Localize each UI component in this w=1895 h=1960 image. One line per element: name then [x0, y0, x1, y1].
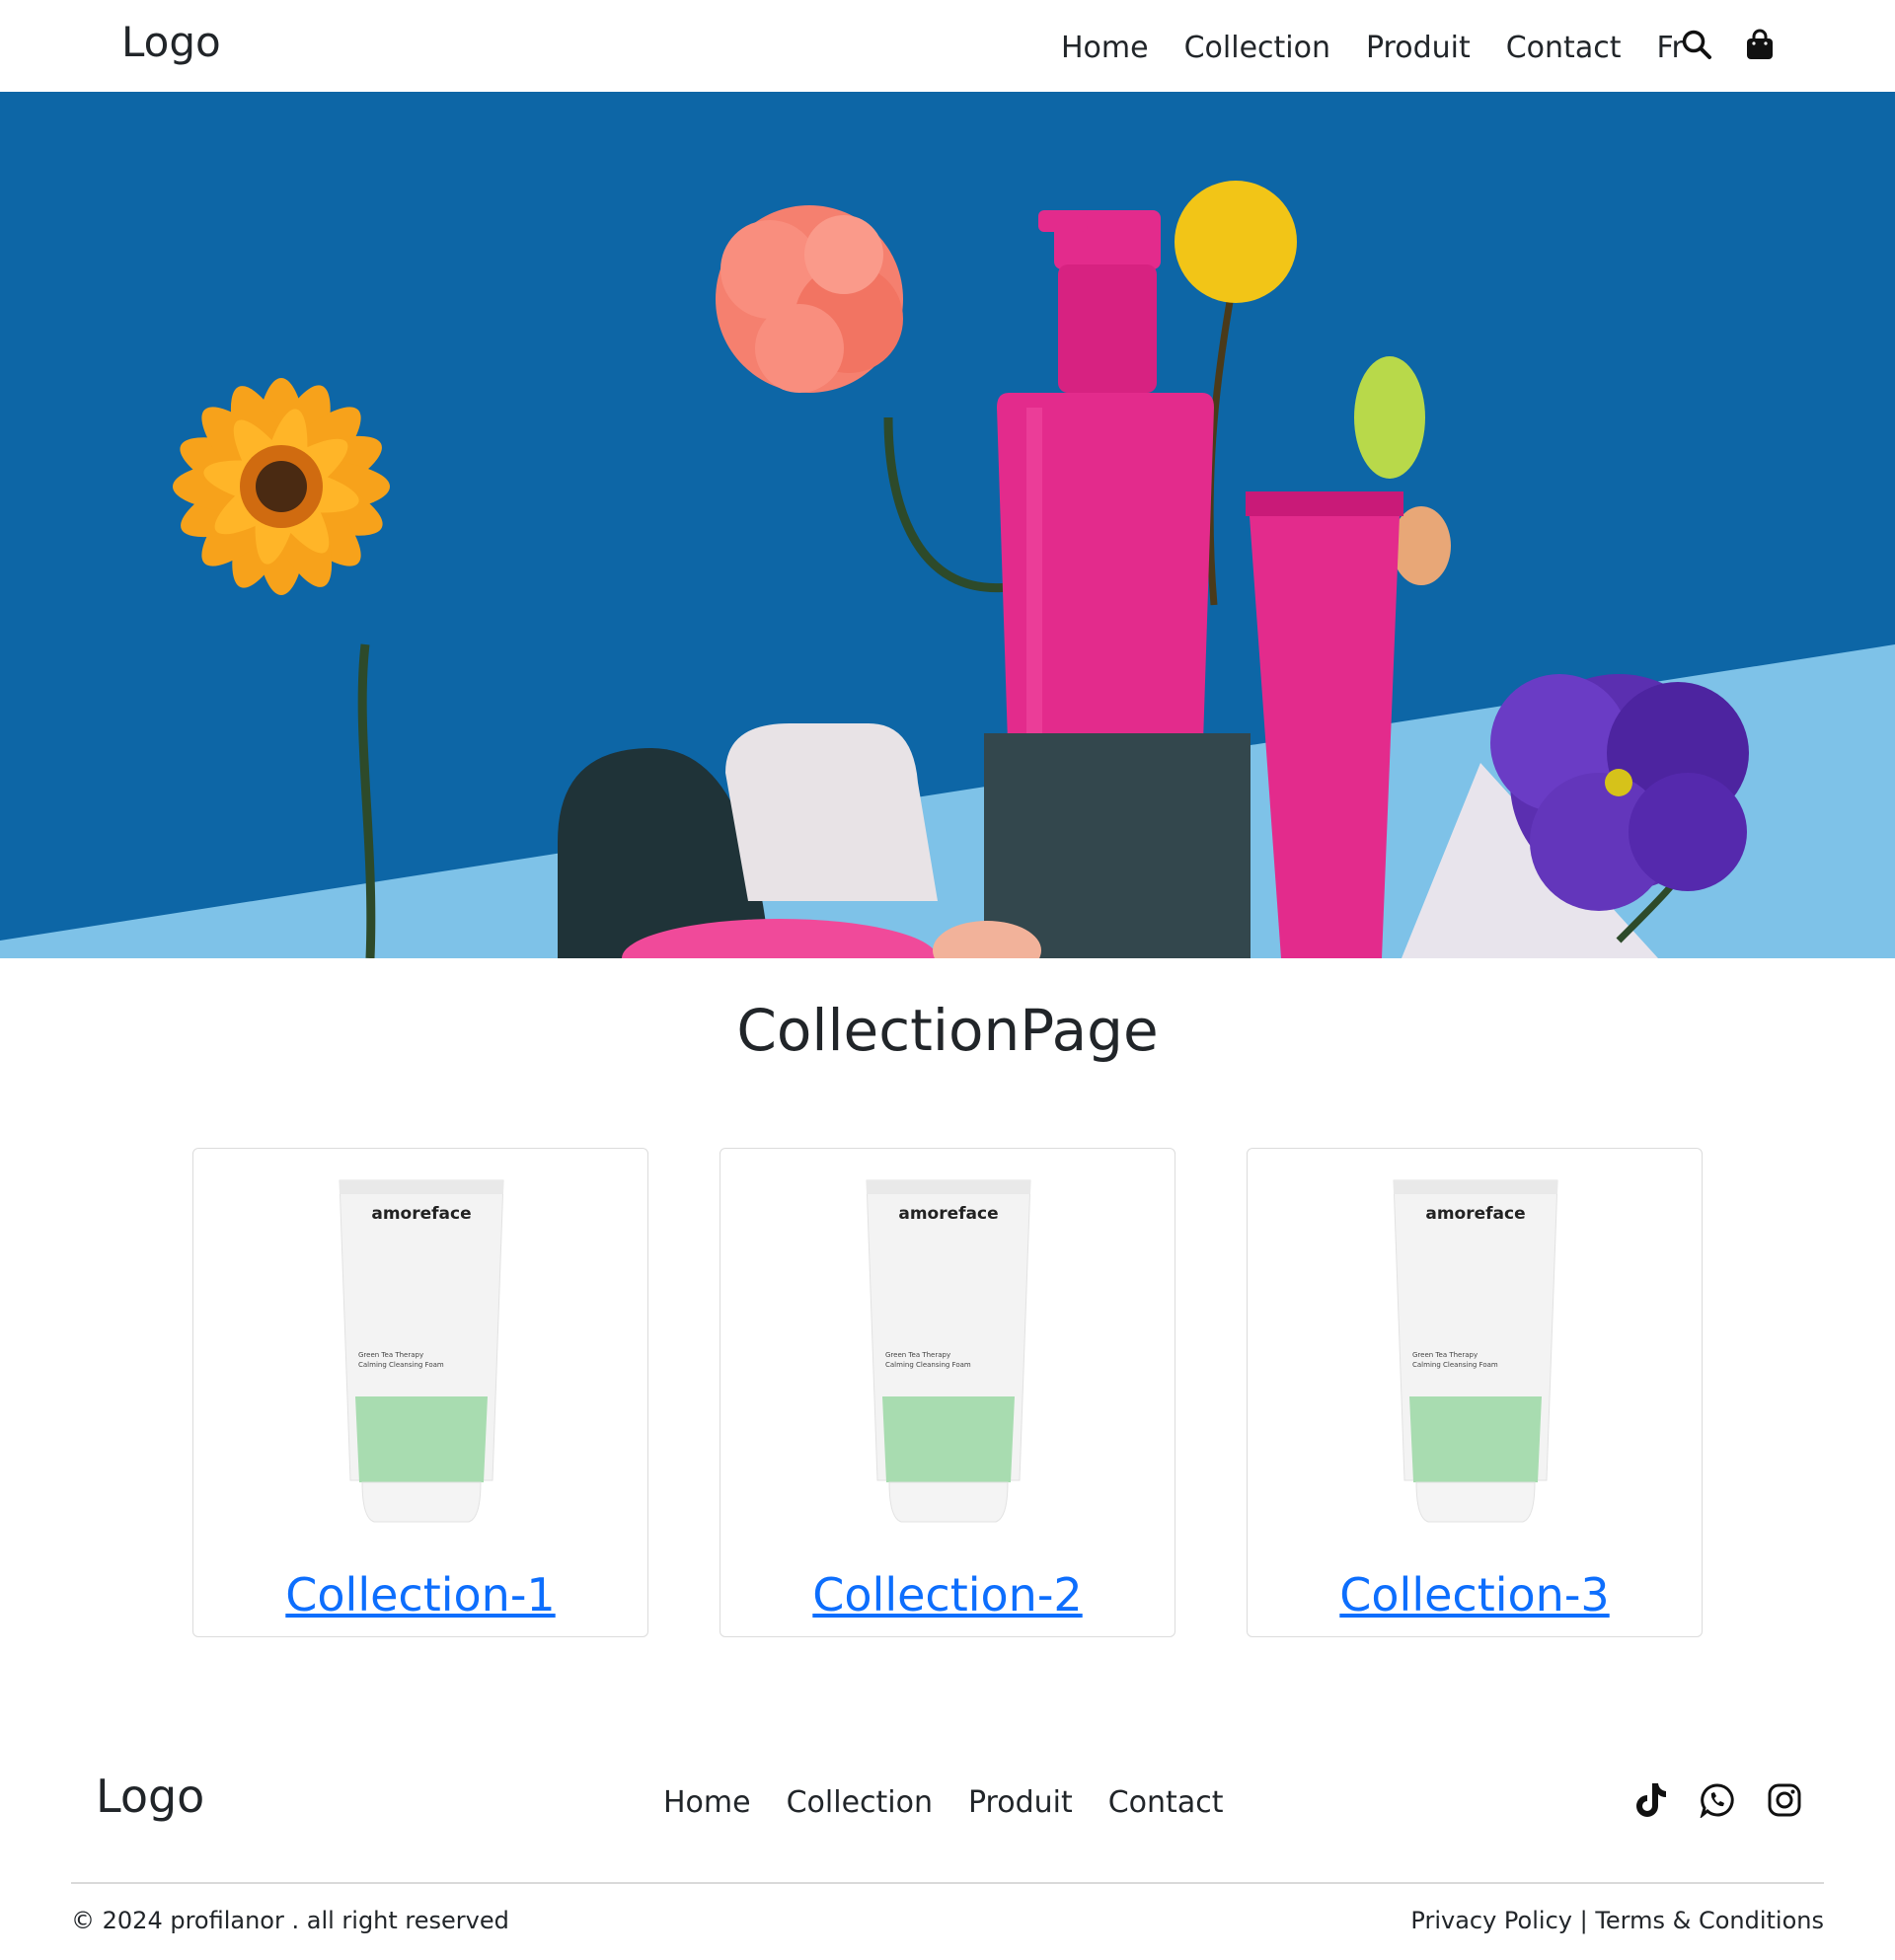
- footer-nav-produit[interactable]: Produit: [968, 1785, 1073, 1820]
- footer-logo[interactable]: Logo: [96, 1770, 204, 1823]
- product-line-2: Calming Cleansing Foam: [1412, 1361, 1498, 1369]
- product-brand: amoreface: [898, 1204, 998, 1224]
- header-logo[interactable]: Logo: [121, 18, 221, 66]
- product-image: amoreface Green Tea Therapy Calming Clea…: [866, 1179, 1031, 1523]
- collection-card[interactable]: amoreface Green Tea Therapy Calming Clea…: [720, 1148, 1175, 1637]
- legal-separator: |: [1571, 1907, 1596, 1934]
- footer-divider: [71, 1882, 1824, 1884]
- product-line-1: Green Tea Therapy: [1412, 1351, 1478, 1359]
- page-title: CollectionPage: [736, 997, 1159, 1064]
- product-line-1: Green Tea Therapy: [358, 1351, 423, 1359]
- privacy-policy-link[interactable]: Privacy Policy: [1410, 1907, 1572, 1934]
- site-header: Logo Home Collection Produit Contact Fr: [0, 0, 1895, 92]
- tiktok-icon[interactable]: [1630, 1780, 1670, 1820]
- shopping-bag-icon[interactable]: [1743, 28, 1777, 61]
- copyright-text: © 2024 profilanor . all right reserved: [71, 1907, 509, 1934]
- header-nav: Home Collection Produit Contact Fr: [1061, 28, 1719, 67]
- nav-home[interactable]: Home: [1061, 31, 1149, 65]
- search-icon[interactable]: [1680, 28, 1713, 61]
- instagram-icon[interactable]: [1765, 1780, 1804, 1820]
- whatsapp-icon[interactable]: [1698, 1780, 1737, 1820]
- collection-card[interactable]: amoreface Green Tea Therapy Calming Clea…: [192, 1148, 648, 1637]
- terms-link[interactable]: Terms & Conditions: [1595, 1907, 1824, 1934]
- collection-1-link[interactable]: Collection-1: [193, 1568, 647, 1621]
- collection-3-link[interactable]: Collection-3: [1248, 1568, 1702, 1621]
- product-line-1: Green Tea Therapy: [885, 1351, 950, 1359]
- product-image: amoreface Green Tea Therapy Calming Clea…: [339, 1179, 504, 1523]
- product-line-2: Calming Cleansing Foam: [885, 1361, 971, 1369]
- footer-nav-collection[interactable]: Collection: [787, 1785, 933, 1820]
- hero-image: [0, 92, 1895, 958]
- product-brand: amoreface: [371, 1204, 471, 1224]
- legal-links: Privacy Policy | Terms & Conditions: [1410, 1907, 1824, 1934]
- nav-produit[interactable]: Produit: [1366, 31, 1471, 65]
- collection-card[interactable]: amoreface Green Tea Therapy Calming Clea…: [1247, 1148, 1703, 1637]
- product-image: amoreface Green Tea Therapy Calming Clea…: [1393, 1179, 1558, 1523]
- product-line-2: Calming Cleansing Foam: [358, 1361, 444, 1369]
- nav-contact[interactable]: Contact: [1506, 31, 1622, 65]
- footer-nav: Home Collection Produit Contact: [663, 1782, 1258, 1822]
- footer-nav-contact[interactable]: Contact: [1108, 1785, 1224, 1820]
- nav-collection[interactable]: Collection: [1184, 31, 1330, 65]
- hero-banner: [0, 92, 1895, 958]
- footer-nav-home[interactable]: Home: [663, 1785, 751, 1820]
- product-brand: amoreface: [1425, 1204, 1525, 1224]
- collection-2-link[interactable]: Collection-2: [720, 1568, 1175, 1621]
